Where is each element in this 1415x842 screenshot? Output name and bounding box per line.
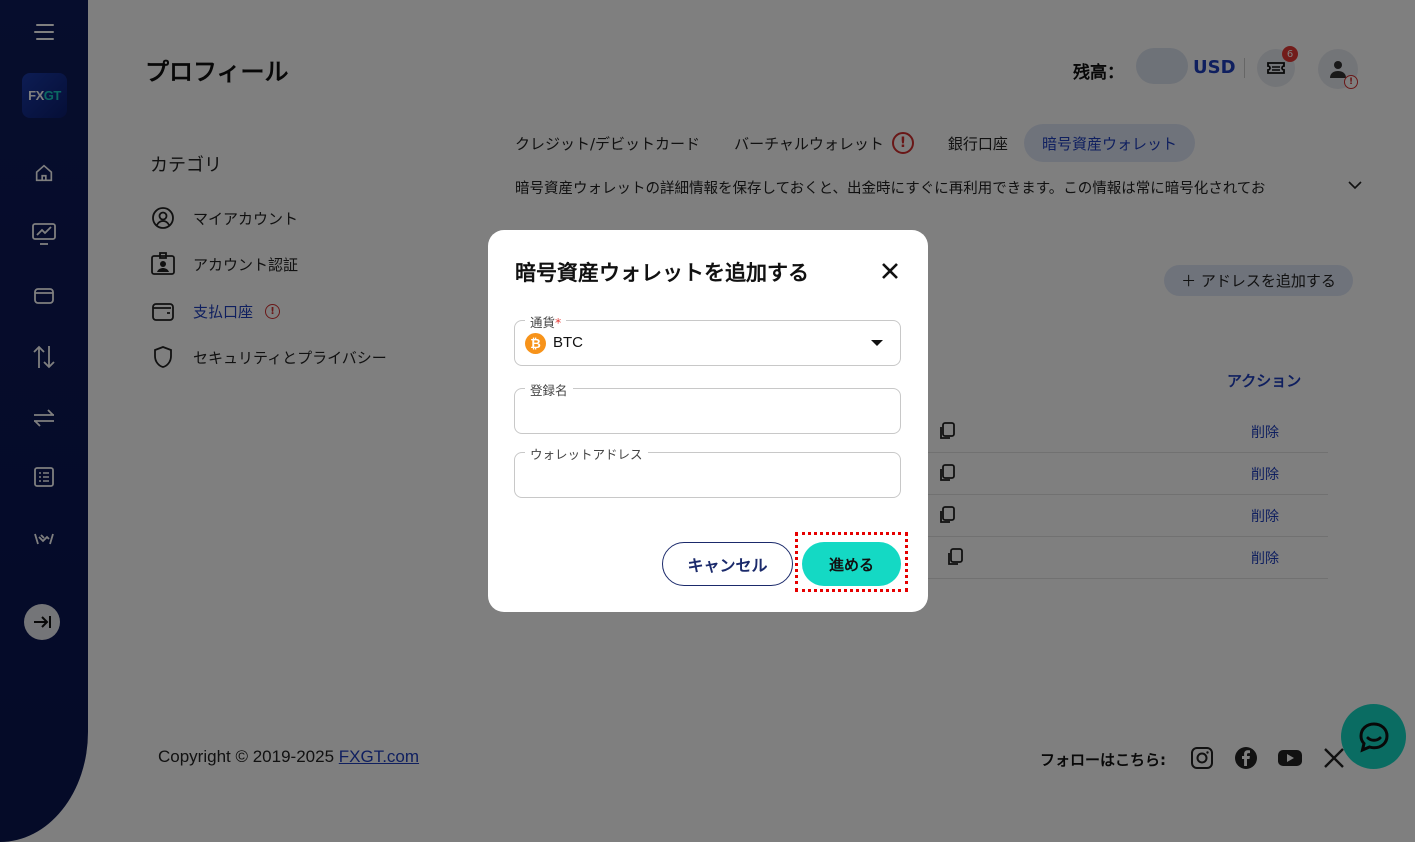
wallet-address-label: ウォレットアドレス [525,444,648,463]
bitcoin-icon: ₿ [525,333,546,354]
cancel-button[interactable]: キャンセル [662,542,793,586]
add-crypto-wallet-modal: 暗号資産ウォレットを追加する 通貨* ₿ BTC 登録名 ウォレットアドレス キ… [488,230,928,612]
close-icon[interactable] [878,259,902,283]
registration-name-label: 登録名 [525,380,573,399]
currency-label: 通貨* [525,312,567,331]
modal-title: 暗号資産ウォレットを追加する [515,261,809,285]
wallet-address-field[interactable]: ウォレットアドレス [514,444,901,498]
currency-select[interactable]: 通貨* ₿ BTC [514,312,901,366]
proceed-button[interactable]: 進める [802,542,901,586]
currency-value: BTC [553,334,583,351]
caret-down-icon [871,340,883,346]
registration-name-input[interactable] [515,389,900,433]
registration-name-field[interactable]: 登録名 [514,380,901,434]
